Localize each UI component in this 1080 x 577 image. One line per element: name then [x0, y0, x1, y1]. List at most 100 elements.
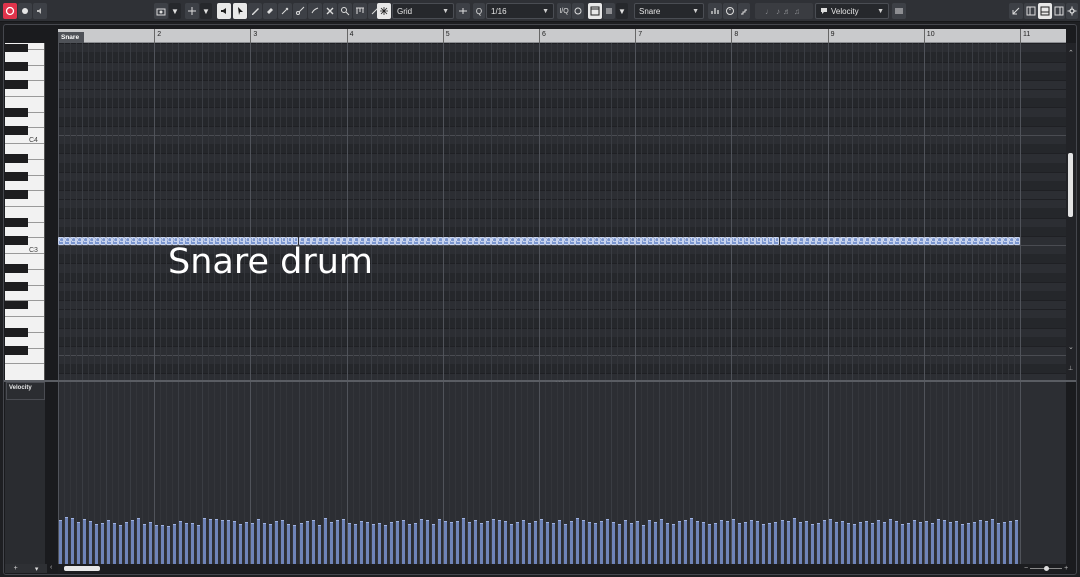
midi-note[interactable]: C	[839, 236, 846, 245]
velocity-bar[interactable]	[906, 523, 910, 564]
velocity-bar[interactable]	[245, 522, 249, 564]
show-part-borders-button[interactable]	[603, 3, 615, 19]
velocity-bar[interactable]	[533, 521, 537, 564]
note-display[interactable]: CCCCCCCCCCCCCCCCCCCCCCCCCCCCCCCCCCCCCCCC…	[58, 43, 1066, 380]
velocity-bar[interactable]	[834, 522, 838, 564]
velocity-bar[interactable]	[125, 522, 129, 564]
midi-note[interactable]: C	[911, 236, 918, 245]
velocity-bar[interactable]	[155, 524, 159, 564]
settings-button[interactable]	[1066, 3, 1078, 19]
midi-note[interactable]: C	[382, 236, 389, 245]
midi-note[interactable]: C	[412, 236, 419, 245]
velocity-bar[interactable]	[467, 522, 471, 564]
velocity-bar[interactable]	[407, 524, 411, 564]
velocity-bar[interactable]	[744, 522, 748, 564]
velocity-bar[interactable]	[564, 524, 568, 564]
acoustic-feedback-button[interactable]	[33, 3, 47, 19]
velocity-bar[interactable]	[425, 520, 429, 564]
velocity-bar[interactable]	[954, 521, 958, 564]
velocity-bar[interactable]	[840, 521, 844, 564]
velocity-bar[interactable]	[726, 521, 730, 564]
midi-note[interactable]: C	[881, 236, 888, 245]
velocity-bar[interactable]	[455, 521, 459, 564]
velocity-bar[interactable]	[876, 520, 880, 564]
velocity-bar[interactable]	[1002, 522, 1006, 564]
velocity-bar[interactable]	[570, 521, 574, 564]
velocity-bar[interactable]	[485, 521, 489, 564]
velocity-lane[interactable]	[58, 382, 1066, 564]
zoom-slider[interactable]	[1030, 566, 1063, 571]
velocity-bar[interactable]	[179, 521, 183, 564]
midi-note[interactable]: C	[442, 236, 449, 245]
velocity-bar[interactable]	[894, 521, 898, 564]
auto-quantize-button[interactable]	[572, 3, 584, 19]
part-options-dropdown[interactable]: ▼	[616, 3, 628, 19]
midi-note[interactable]: C	[827, 236, 834, 245]
midi-note[interactable]: C	[809, 236, 816, 245]
quantize-button[interactable]: Q	[473, 3, 485, 19]
velocity-bar[interactable]	[618, 524, 622, 564]
velocity-bar[interactable]	[107, 520, 111, 564]
velocity-bar[interactable]	[714, 523, 718, 564]
velocity-bar[interactable]	[65, 516, 68, 564]
velocity-bar[interactable]	[762, 524, 766, 564]
velocity-bar[interactable]	[527, 523, 531, 564]
quantize-preset-select[interactable]: 1/16 ▼	[486, 3, 554, 19]
lower-zone-toggle[interactable]	[1038, 3, 1052, 19]
velocity-bar[interactable]	[870, 523, 874, 564]
midi-note[interactable]: C	[466, 236, 473, 245]
mute-tool[interactable]	[323, 3, 337, 19]
velocity-bar[interactable]	[960, 524, 964, 564]
velocity-bar[interactable]	[756, 521, 760, 564]
velocity-bar[interactable]	[540, 519, 543, 564]
velocity-bar[interactable]	[696, 521, 700, 564]
velocity-bar[interactable]	[173, 524, 177, 564]
midi-note[interactable]: C	[406, 236, 413, 245]
velocity-bar[interactable]	[119, 525, 123, 564]
zoom-tool[interactable]	[338, 3, 352, 19]
midi-note[interactable]: C	[929, 236, 936, 245]
midi-note[interactable]: C	[815, 236, 822, 245]
line-tool[interactable]	[353, 3, 367, 19]
velocity-bar[interactable]	[95, 524, 99, 564]
velocity-bar[interactable]	[443, 520, 447, 564]
velocity-bar[interactable]	[509, 524, 513, 564]
speaker-tool[interactable]	[217, 3, 231, 19]
velocity-bar[interactable]	[780, 520, 784, 564]
velocity-bar[interactable]	[197, 524, 201, 564]
velocity-bar[interactable]	[281, 520, 285, 564]
velocity-bar[interactable]	[113, 523, 117, 564]
split-tool[interactable]	[293, 3, 307, 19]
velocity-bar[interactable]	[996, 523, 1000, 564]
velocity-bar[interactable]	[984, 521, 988, 564]
velocity-bar[interactable]	[660, 519, 664, 564]
velocity-bar[interactable]	[636, 521, 640, 564]
edit-part-button[interactable]	[588, 3, 602, 19]
velocity-bar[interactable]	[864, 521, 868, 564]
midi-note[interactable]: C	[917, 236, 924, 245]
velocity-bar[interactable]	[317, 525, 321, 564]
velocity-bar[interactable]	[293, 525, 297, 564]
midi-note[interactable]: C	[779, 236, 786, 245]
velocity-bar[interactable]	[335, 520, 339, 564]
midi-note[interactable]: C	[400, 236, 407, 245]
velocity-bar[interactable]	[936, 519, 940, 564]
midi-note[interactable]: C	[448, 236, 455, 245]
velocity-bar[interactable]	[816, 523, 820, 564]
midi-note[interactable]: C	[851, 236, 858, 245]
midi-note[interactable]: C	[893, 236, 900, 245]
zoom-knob[interactable]	[1044, 566, 1050, 571]
midi-note[interactable]: C	[863, 236, 870, 245]
velocity-bar[interactable]	[263, 523, 267, 564]
midi-note[interactable]: C	[418, 236, 425, 245]
midi-note[interactable]: C	[460, 236, 467, 245]
velocity-bar[interactable]	[978, 520, 982, 564]
velocity-bar[interactable]	[353, 524, 357, 564]
velocity-bar[interactable]	[576, 518, 580, 564]
velocity-bar[interactable]	[521, 520, 525, 564]
velocity-bar[interactable]	[431, 524, 435, 564]
object-select-tool[interactable]	[233, 3, 247, 19]
midi-note[interactable]: C	[899, 236, 906, 245]
transform-dropdown[interactable]: ▼	[200, 3, 212, 19]
velocity-bar[interactable]	[972, 522, 976, 564]
